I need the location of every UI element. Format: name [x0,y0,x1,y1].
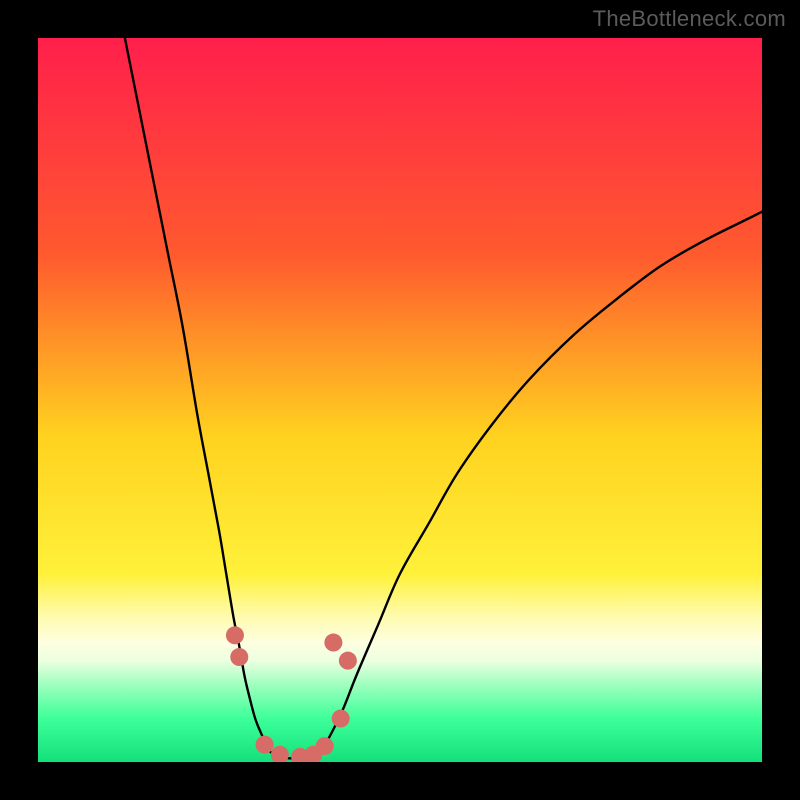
data-marker [316,737,334,755]
data-marker [230,648,248,666]
data-marker [256,736,274,754]
data-marker [332,710,350,728]
chart-stage: TheBottleneck.com [0,0,800,800]
data-marker [324,634,342,652]
plot-area [38,38,762,762]
chart-svg [38,38,762,762]
watermark-text: TheBottleneck.com [593,6,786,32]
data-marker [226,626,244,644]
data-marker [339,652,357,670]
